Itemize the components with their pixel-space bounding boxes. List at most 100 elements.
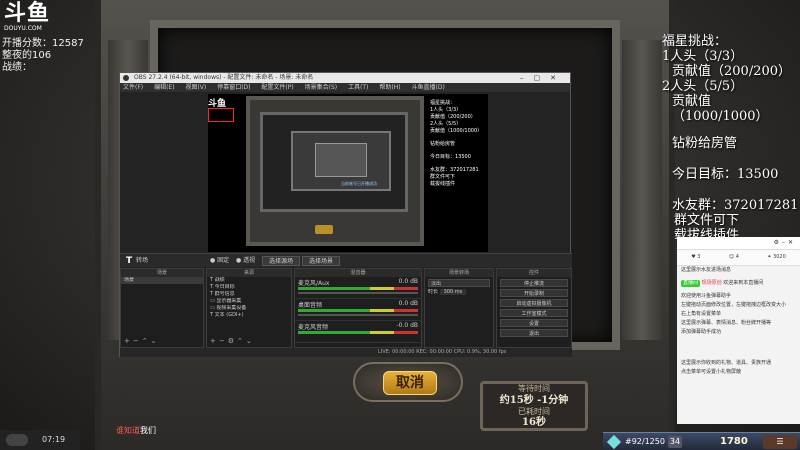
exit-button[interactable]: 退出 bbox=[500, 329, 568, 337]
volume-slider[interactable] bbox=[298, 292, 418, 294]
pv-line: 贡献值（200/200） bbox=[430, 114, 476, 120]
source-item[interactable]: T 今日目标 bbox=[207, 284, 291, 291]
select-source-button[interactable]: 选择源场 bbox=[262, 256, 300, 266]
source-name: 群号信息 bbox=[214, 291, 235, 297]
record-line: 战绩： bbox=[2, 62, 32, 73]
chat-window-controls-icon[interactable]: ⚙–✕ bbox=[774, 239, 796, 246]
stat-value: 3020 bbox=[773, 254, 786, 260]
pv-line: 1人头（3/3） bbox=[430, 107, 462, 113]
source-name: 显示器采集 bbox=[216, 298, 242, 304]
source-item[interactable]: ▭ 显示器采集 bbox=[207, 298, 291, 305]
volume-slider[interactable] bbox=[298, 314, 418, 316]
chat-message: 这里展示你收到的礼物、道具、贵族开通 bbox=[681, 360, 772, 366]
knows-text: 谁知道我们 bbox=[116, 425, 156, 436]
menu-tools[interactable]: 工具(T) bbox=[348, 84, 368, 91]
channel-value: 0.0 dB bbox=[398, 278, 418, 285]
menu-scene-collection[interactable]: 场景集合(S) bbox=[305, 84, 338, 91]
obs-app-icon bbox=[123, 75, 129, 81]
wait-estimate: 约15秒 -1分钟 bbox=[499, 395, 569, 406]
source-item[interactable]: T 战绩 bbox=[207, 277, 291, 284]
menu-file[interactable]: 文件(F) bbox=[123, 84, 143, 91]
source-item[interactable]: T 群号信息 bbox=[207, 291, 291, 298]
mode-radio-fixed[interactable]: ● 固定 bbox=[210, 254, 229, 268]
source-name: 战绩 bbox=[214, 277, 225, 283]
preview-nested-obs: 当前账号已开播成功 bbox=[291, 131, 391, 191]
menu-edit[interactable]: 编辑(E) bbox=[154, 84, 174, 91]
scene-item[interactable]: 场景 bbox=[121, 277, 203, 284]
mixer-channel[interactable]: 桌面音频 0.0 dB bbox=[295, 299, 421, 321]
source-name: 文本 (GDI+) bbox=[214, 312, 244, 318]
mode-radio-perspective[interactable]: ● 透视 bbox=[236, 254, 255, 268]
challenge-line-2: 贡献值（200/200） bbox=[672, 64, 792, 79]
select-scene-button[interactable]: 选择场景 bbox=[302, 256, 340, 266]
obs-preview[interactable]: 斗鱼 当前账号已开播成功 福星挑战： 1人头（3/3） 贡献值（200/200）… bbox=[208, 94, 488, 252]
obs-statusbar: LIVE: 00:00:00 REC: 00:00:00 CPU: 0.9%, … bbox=[120, 348, 572, 357]
start-recording-button[interactable]: 开始录制 bbox=[500, 289, 568, 297]
studio-mode-button[interactable]: 工作室模式 bbox=[500, 309, 568, 317]
douyu-logo-sub: DOUYU.COM bbox=[4, 25, 42, 32]
text-source-icon: T bbox=[126, 256, 133, 266]
preview-nested-frame bbox=[315, 143, 367, 177]
chat-message: 点击菜单可设置小礼物屏蔽 bbox=[681, 369, 742, 375]
chat-message: 欢迎使用斗鱼弹幕助手 bbox=[681, 293, 732, 299]
preview-red-box bbox=[208, 108, 234, 122]
sources-add-remove-icon[interactable]: +−⚙⌃⌄ bbox=[210, 337, 255, 345]
transition-select[interactable]: 淡出 bbox=[428, 279, 490, 287]
cancel-button[interactable]: 取消 bbox=[383, 371, 437, 395]
virtual-camera-button[interactable]: 启动虚拟摄像机 bbox=[500, 299, 568, 307]
fan-group-text: 水友群：372017281 bbox=[672, 198, 799, 213]
menu-help[interactable]: 帮助(H) bbox=[379, 84, 400, 91]
obs-window[interactable]: OBS 27.2.4 (64-bit, windows) - 配置文件: 未命名… bbox=[119, 72, 572, 357]
scenes-add-remove-icon[interactable]: +−⌃⌄ bbox=[124, 337, 159, 345]
settings-button[interactable]: 设置 bbox=[500, 319, 568, 327]
stop-stream-button[interactable]: 停止推流 bbox=[500, 279, 568, 287]
elapsed-label: 已耗时间 bbox=[518, 407, 550, 416]
duration-input[interactable]: 300 ms bbox=[439, 289, 467, 295]
night-line: 整夜的106 bbox=[2, 50, 52, 61]
obs-titlebar[interactable]: OBS 27.2.4 (64-bit, windows) - 配置文件: 未命名… bbox=[120, 73, 570, 83]
pv-line: 水友群：372017281 bbox=[430, 167, 479, 173]
player-status-bar: #92/1250 34 1780 ☰ bbox=[603, 432, 800, 450]
chat-message: 这里展示水友进场消息 bbox=[681, 267, 732, 273]
stat-value: 4 bbox=[735, 254, 739, 260]
daily-goal-text: 今日目标：13500 bbox=[672, 167, 779, 182]
source-item[interactable]: T 文本 (GDI+) bbox=[207, 312, 291, 319]
gold-value: 1780 bbox=[720, 436, 748, 447]
pv-line: 贡献值（1000/1000） bbox=[430, 128, 483, 134]
chat-message: 这里展示弹幕、表情消息、粉丝牌开播等 bbox=[681, 320, 772, 326]
mixer-channel[interactable]: 麦克风音频 -0.0 dB bbox=[295, 321, 421, 343]
menu-docks[interactable]: 停靠窗口(D) bbox=[217, 84, 250, 91]
challenge-title: 福星挑战： bbox=[662, 34, 728, 49]
chat-message: 添加弹幕助手成功 bbox=[681, 329, 722, 335]
mixer-dock: 混音器 麦克风/Aux 0.0 dB 桌面音频 0.0 dB 麦克风音频 -0.… bbox=[294, 268, 422, 348]
chat-toolbar: ⚙–✕ bbox=[677, 237, 800, 250]
chat-message: 右上角有设置菜单 bbox=[681, 311, 722, 317]
bottom-left-bar: 07:19 bbox=[0, 430, 80, 450]
douyu-logo: 斗鱼 DOUYU.COM bbox=[4, 3, 56, 37]
menu-icon[interactable]: ☰ bbox=[763, 435, 797, 449]
wait-label: 等待时间 bbox=[518, 384, 550, 393]
window-controls-icon[interactable]: –▢✕ bbox=[520, 73, 566, 83]
player-toggle-icon[interactable] bbox=[6, 434, 28, 446]
stat-value: 3 bbox=[697, 254, 701, 260]
scenes-header: 场景 bbox=[121, 269, 203, 277]
mixer-channel[interactable]: 麦克风/Aux 0.0 dB bbox=[295, 277, 421, 299]
controls-dock: 控件 停止推流 开始录制 启动虚拟摄像机 工作室模式 设置 退出 bbox=[496, 268, 572, 348]
mode-label: 转场 bbox=[136, 257, 149, 264]
menu-view[interactable]: 视图(V) bbox=[185, 84, 206, 91]
message-text: 欢迎来到本直播间 bbox=[723, 280, 764, 286]
preview-popup-text: 当前账号已开播成功 bbox=[341, 181, 377, 186]
channel-name: 麦克风/Aux bbox=[298, 280, 330, 287]
transitions-dock: 场景转场 淡出 时长 300 ms bbox=[424, 268, 494, 348]
source-item[interactable]: ▭ 视频采集设备 bbox=[207, 305, 291, 312]
menu-douyu[interactable]: 斗鱼直播(D) bbox=[411, 84, 444, 91]
volume-meter bbox=[298, 331, 418, 334]
menu-profile[interactable]: 配置文件(P) bbox=[261, 84, 293, 91]
user-name: 现场原创 bbox=[701, 280, 722, 286]
elapsed-time: 07:19 bbox=[42, 435, 66, 444]
danmaku-helper-panel[interactable]: ⚙–✕ ♥ 3 ☺ 4 ✦ 3020 这里展示水友进场消息 直播间 现场原创 欢… bbox=[677, 237, 800, 424]
channel-value: 0.0 dB bbox=[398, 300, 418, 307]
pillar-right bbox=[622, 40, 662, 340]
obs-docks: 场景 场景 +−⌃⌄ 来源 T 战绩 T 今日目标 T 群号信息 ▭ 显示器采集… bbox=[120, 268, 572, 348]
stat-user-icon: ☺ 4 bbox=[728, 254, 739, 260]
